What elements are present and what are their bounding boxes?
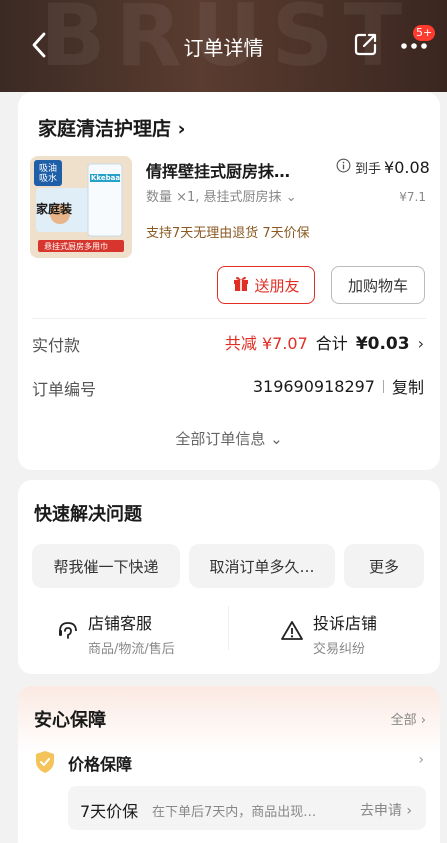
customer-service-icon[interactable] (56, 619, 80, 643)
paid-label: 实付款 (32, 336, 81, 355)
quick-solve-title: 快速解决问题 (34, 504, 142, 525)
price-guarantee-title[interactable]: 价格保障 (68, 751, 132, 775)
original-price: ¥7.1 (399, 190, 426, 204)
hand-price-label: 到手 (355, 162, 382, 177)
all-order-info-toggle[interactable]: 全部订单信息 ⌄ (18, 428, 440, 449)
order-number: 319690918297 (252, 376, 375, 396)
image-caption: 悬挂式厨房多用巾 (44, 242, 108, 251)
guarantee-all-link[interactable]: 全部 › (391, 709, 426, 728)
info-icon[interactable] (336, 158, 352, 174)
guarantee-card: 安心保障 全部 › 价格保障 › 7天价保 在下单后7天内，商品出现… 去申请 … (18, 686, 440, 843)
shop-service-sub: 商品/物流/售后 (88, 642, 175, 657)
order-card: 家庭清洁护理店 › 吸油吸水 Kkebaa 家庭装 悬挂式厨房多用巾 倩挥壁挂式… (18, 92, 440, 470)
gift-button-label: 送朋友 (254, 276, 300, 295)
detail-title: 7天价保 (80, 802, 139, 821)
shop-name-link[interactable]: 家庭清洁护理店 › (38, 114, 185, 141)
image-label: 家庭装 (36, 202, 73, 216)
shop-service-title[interactable]: 店铺客服 (88, 610, 152, 634)
chevron-right-icon: › (417, 334, 424, 353)
total-value: ¥0.03 (355, 334, 410, 354)
paid-summary[interactable]: 共减 ¥7.07 合计 ¥0.03 › (225, 330, 424, 354)
chip-cancel-order[interactable]: 取消订单多久… (189, 544, 335, 588)
chip-urge-delivery[interactable]: 帮我催一下快递 (32, 544, 180, 588)
hand-price: 到手 ¥0.08 (336, 158, 430, 177)
complaint-title[interactable]: 投诉店铺 (313, 610, 377, 634)
detail-desc: 在下单后7天内，商品出现… (152, 805, 317, 820)
shield-check-icon (34, 750, 56, 774)
chip-more[interactable]: 更多 (344, 544, 424, 588)
reduce-amount: 共减 ¥7.07 (224, 334, 308, 353)
apply-link[interactable]: 去申请 › (360, 800, 412, 820)
order-number-label: 订单编号 (32, 380, 97, 399)
product-name[interactable]: 倩挥壁挂式厨房抹… (146, 158, 306, 182)
chevron-right-icon[interactable]: › (418, 752, 424, 768)
total-label: 合计 (315, 334, 348, 353)
image-brand: Kkebaa (91, 174, 121, 182)
copy-button[interactable]: 复制 (392, 374, 424, 398)
gift-icon (232, 274, 250, 296)
add-to-cart-button[interactable]: 加购物车 (331, 266, 425, 304)
service-tags: 支持7天无理由退货 7天价保 (146, 226, 310, 241)
divider (32, 318, 426, 319)
image-tag-absorb: 吸油吸水 (38, 164, 57, 184)
complaint-sub: 交易纠纷 (313, 642, 366, 657)
top-header: BRUST 订单详情 5+ (0, 0, 447, 92)
share-icon[interactable] (352, 30, 380, 58)
product-spec[interactable]: 数量 ×1, 悬挂式厨房抹 ⌄ (146, 186, 297, 205)
gift-friend-button[interactable]: 送朋友 (217, 266, 315, 304)
divider (228, 606, 229, 650)
guarantee-title: 安心保障 (34, 710, 106, 731)
order-number-row: 319690918297 复制 (253, 374, 424, 398)
hand-price-value: ¥0.08 (384, 158, 430, 177)
notification-badge: 5+ (413, 25, 436, 41)
product-image[interactable]: 吸油吸水 Kkebaa 家庭装 悬挂式厨房多用巾 (30, 156, 132, 258)
quick-solve-card: 快速解决问题 帮我催一下快递 取消订单多久… 更多 店铺客服 商品/物流/售后 … (18, 480, 440, 674)
warning-icon[interactable] (280, 619, 304, 643)
price-guarantee-detail[interactable]: 7天价保 在下单后7天内，商品出现… 去申请 › (68, 786, 426, 830)
separator (382, 379, 384, 393)
